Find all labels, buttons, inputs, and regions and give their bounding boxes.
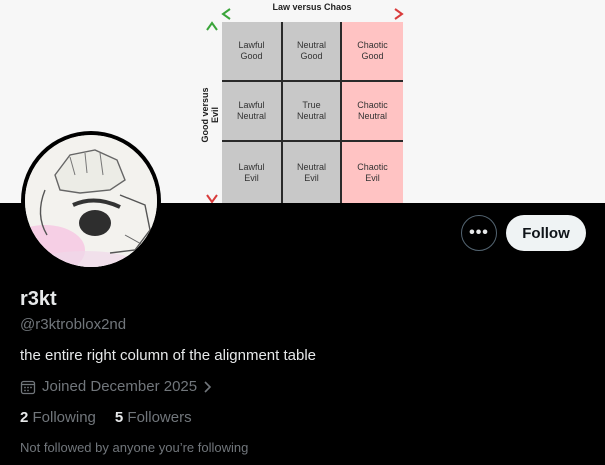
y-axis-label: Good versus Evil — [200, 87, 220, 143]
user-handle: @r3ktroblox2nd — [20, 316, 127, 333]
chevron-right-icon — [203, 380, 213, 394]
alignment-grid: Lawful Good Neutral Good Chaotic Good La… — [222, 22, 403, 203]
cell-chaotic-neutral: Chaotic Neutral — [342, 82, 403, 142]
cell-lawful-neutral: Lawful Neutral — [222, 82, 283, 142]
more-button[interactable]: ••• — [461, 215, 497, 251]
avatar-image — [25, 135, 157, 267]
cell-neutral-good: Neutral Good — [283, 22, 342, 82]
joined-label: Joined December 2025 — [42, 378, 198, 395]
cell-lawful-evil: Lawful Evil — [222, 142, 283, 203]
cell-chaotic-evil: Chaotic Evil — [342, 142, 403, 203]
display-name: r3kt — [20, 288, 57, 310]
joined-date[interactable]: Joined December 2025 — [20, 378, 213, 395]
followers-count: 5 — [114, 409, 124, 426]
cell-lawful-good: Lawful Good — [222, 22, 283, 82]
followers-link[interactable]: 5 Followers — [115, 409, 192, 426]
following-count: 2 — [20, 409, 29, 426]
followers-label: Followers — [127, 409, 192, 426]
avatar[interactable] — [21, 131, 161, 271]
chart-title: Law versus Chaos — [272, 2, 352, 12]
cell-neutral-evil: Neutral Evil — [283, 142, 342, 203]
more-horizontal-icon: ••• — [469, 224, 489, 241]
cell-chaotic-good: Chaotic Good — [342, 22, 403, 82]
bio: the entire right column of the alignment… — [20, 347, 317, 364]
followed-by-note: Not followed by anyone you’re following — [20, 440, 249, 455]
following-link[interactable]: 2 Following — [20, 409, 96, 426]
cell-true-neutral: True Neutral — [283, 82, 342, 142]
following-label: Following — [32, 409, 96, 426]
follow-stats: 2 Following 5 Followers — [20, 409, 192, 426]
follow-button[interactable]: Follow — [506, 215, 586, 251]
calendar-icon — [20, 379, 36, 395]
